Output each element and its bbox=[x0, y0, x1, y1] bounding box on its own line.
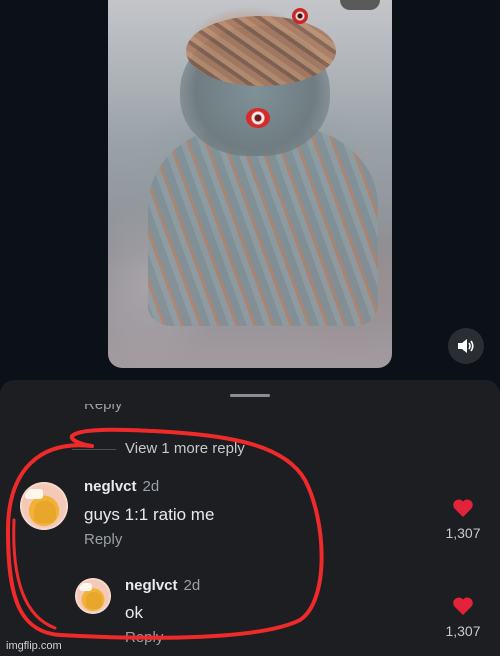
thread-divider bbox=[72, 449, 116, 450]
comment-username[interactable]: neglvct 2d bbox=[84, 478, 159, 495]
video-player[interactable] bbox=[108, 0, 392, 368]
reply-button[interactable]: Reply bbox=[125, 629, 163, 646]
like-count: 1,307 bbox=[445, 623, 481, 639]
video-frame-eye bbox=[246, 108, 270, 128]
view-more-replies-button[interactable]: View 1 more reply bbox=[125, 440, 245, 457]
watermark: imgflip.com bbox=[6, 640, 62, 652]
comment-username[interactable]: neglvct 2d bbox=[125, 577, 200, 594]
video-area bbox=[0, 0, 500, 380]
heart-icon[interactable] bbox=[452, 596, 474, 616]
avatar[interactable] bbox=[75, 578, 111, 614]
comment-time: 2d bbox=[183, 577, 201, 594]
comment-text: ok bbox=[125, 603, 143, 622]
video-frame-body bbox=[148, 126, 378, 326]
speaker-icon bbox=[458, 339, 474, 353]
sound-toggle-button[interactable] bbox=[448, 328, 484, 364]
video-frame-hair bbox=[186, 16, 336, 86]
sheet-drag-handle[interactable] bbox=[230, 394, 270, 397]
background-shape bbox=[340, 0, 380, 10]
comments-sheet: Reply View 1 more reply neglvct 2d guys 1… bbox=[0, 380, 500, 656]
video-frame-eye-top bbox=[292, 8, 308, 24]
heart-icon[interactable] bbox=[452, 498, 474, 518]
like-count: 1,307 bbox=[445, 525, 481, 541]
reply-button[interactable]: Reply bbox=[84, 531, 122, 548]
previous-reply-button[interactable]: Reply bbox=[84, 404, 122, 418]
comment-time: 2d bbox=[142, 478, 160, 495]
comment-text: guys 1:1 ratio me bbox=[84, 505, 215, 524]
avatar[interactable] bbox=[20, 482, 68, 530]
